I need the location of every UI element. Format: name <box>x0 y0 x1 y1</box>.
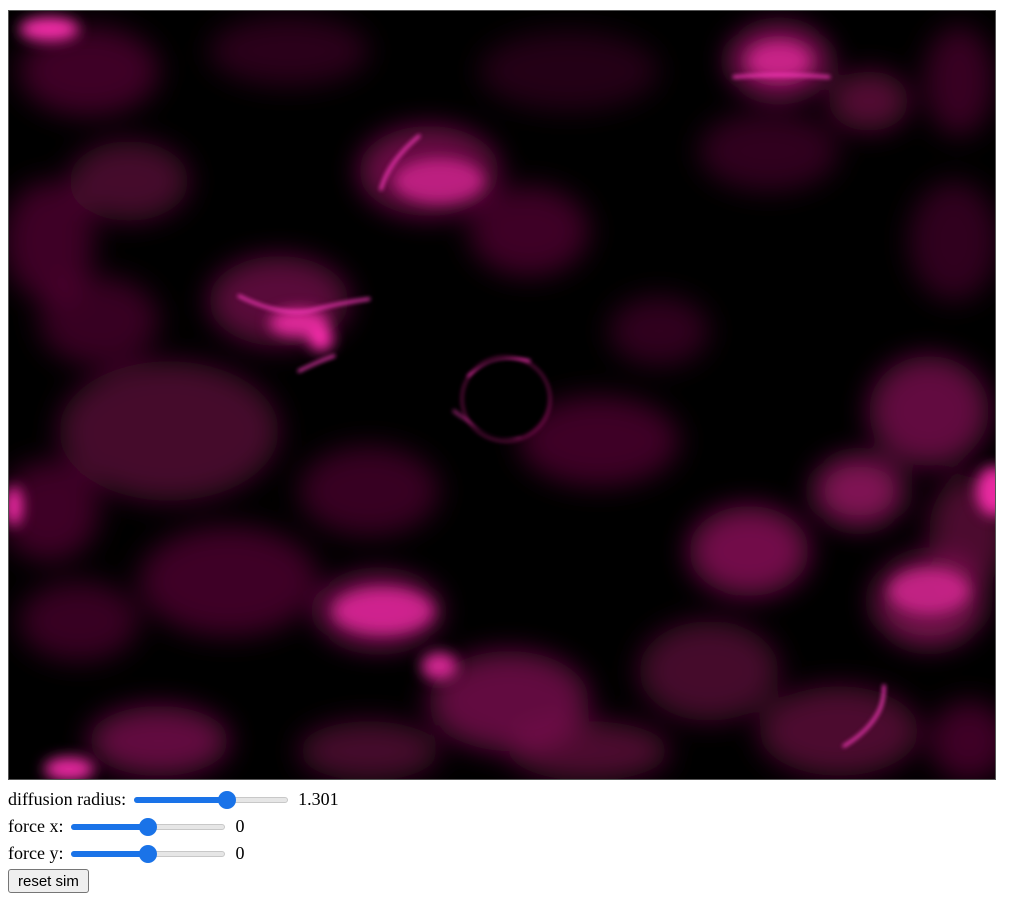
force-x-value: 0 <box>235 816 245 836</box>
slider-fill <box>71 850 149 857</box>
slider-fill <box>71 823 149 830</box>
force-x-label: force x: <box>8 816 64 836</box>
slider-thumb[interactable] <box>218 790 237 809</box>
vortex-hole <box>461 356 551 442</box>
force-x-slider[interactable] <box>71 817 226 836</box>
reset-sim-button[interactable]: reset sim <box>8 869 89 893</box>
controls-panel: diffusion radius: 1.301 force x: 0 force… <box>8 786 608 893</box>
force-y-label: force y: <box>8 843 64 863</box>
slider-thumb[interactable] <box>139 844 158 863</box>
page: diffusion radius: 1.301 force x: 0 force… <box>0 0 1024 908</box>
diffusion-radius-row: diffusion radius: 1.301 <box>8 786 608 813</box>
diffusion-radius-value: 1.301 <box>298 789 339 809</box>
fluid-render <box>9 11 995 779</box>
diffusion-radius-slider[interactable] <box>134 790 289 809</box>
simulation-canvas[interactable] <box>8 10 996 780</box>
force-y-row: force y: 0 <box>8 840 608 867</box>
slider-fill <box>134 796 228 803</box>
force-y-slider[interactable] <box>71 844 226 863</box>
slider-thumb[interactable] <box>139 817 158 836</box>
force-x-row: force x: 0 <box>8 813 608 840</box>
diffusion-radius-label: diffusion radius: <box>8 789 127 809</box>
force-y-value: 0 <box>235 843 245 863</box>
